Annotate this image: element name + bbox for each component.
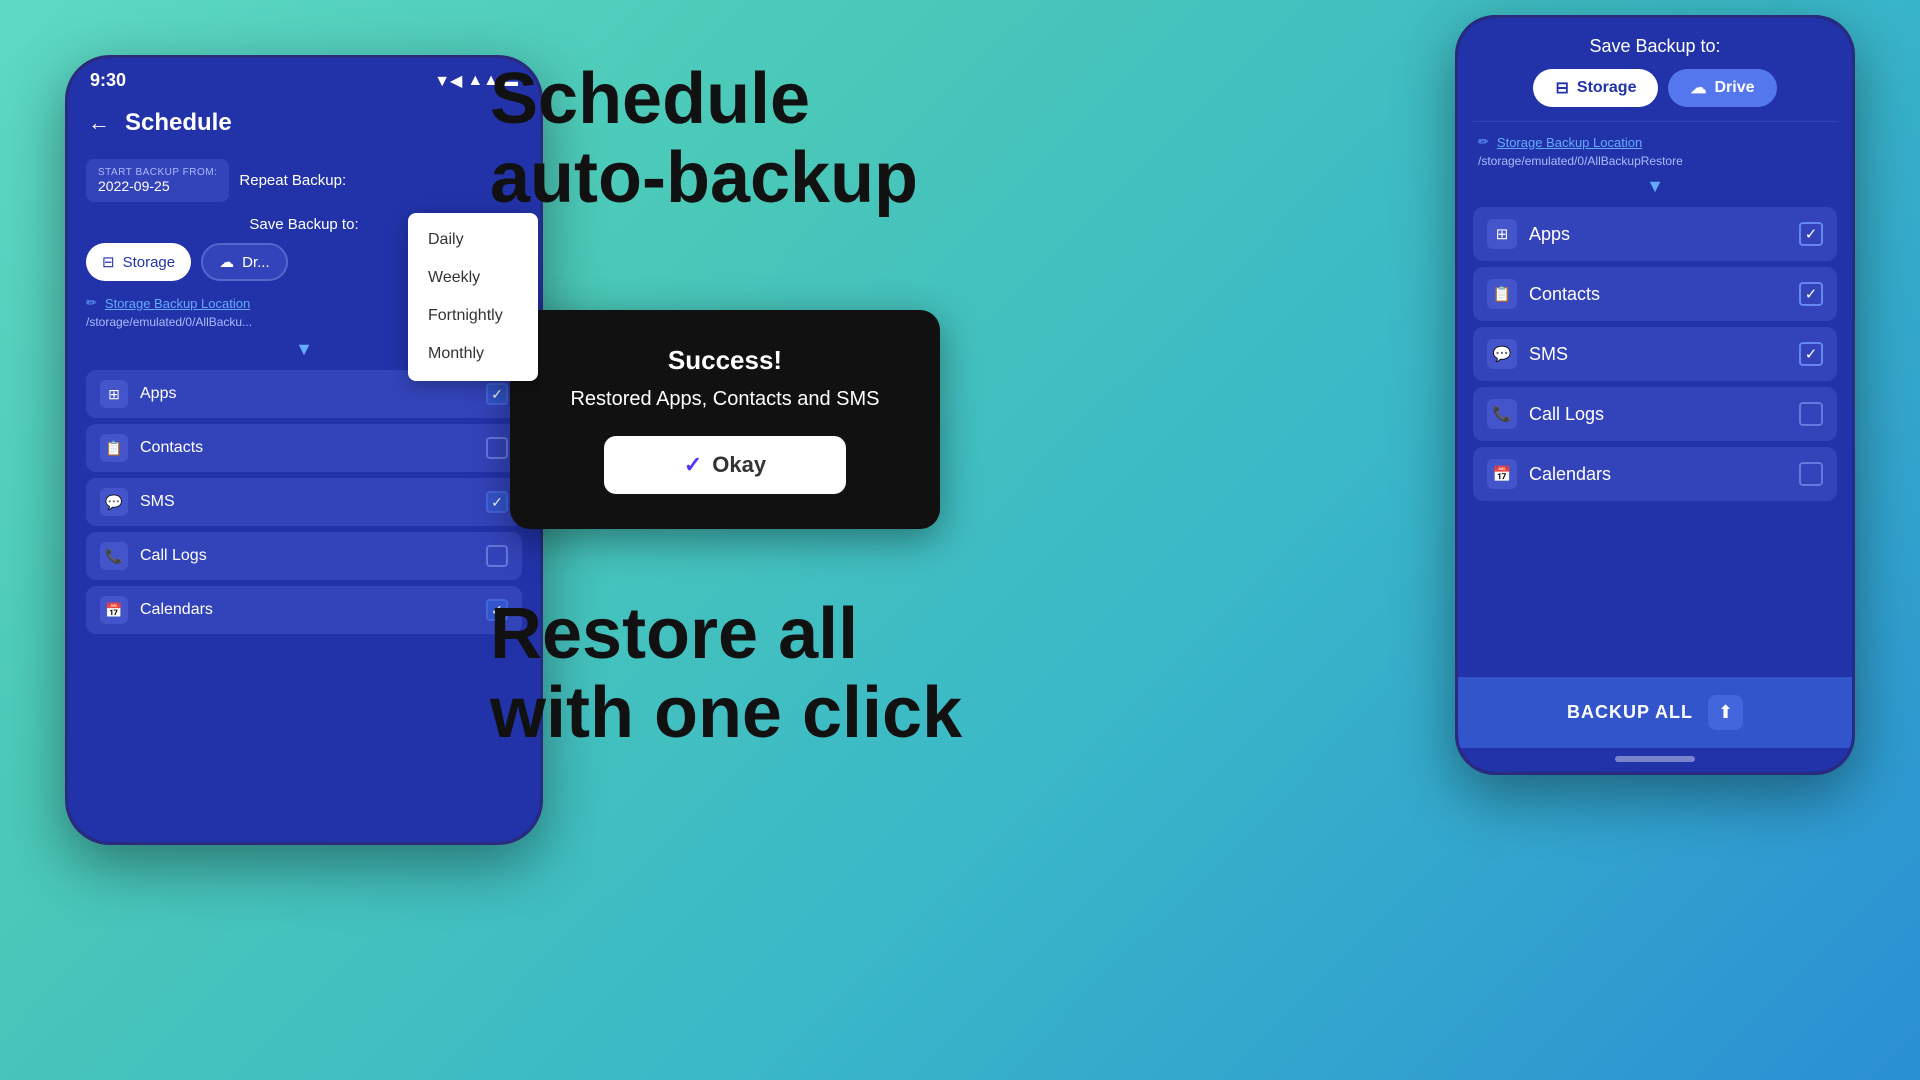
contacts-label: Contacts [140, 439, 474, 457]
right-backup-item-call-logs[interactable]: 📞 Call Logs [1473, 387, 1837, 441]
call-logs-icon: 📞 [100, 542, 128, 570]
home-bar [1615, 756, 1695, 762]
sms-label: SMS [140, 493, 474, 511]
right-calendars-label: Calendars [1529, 464, 1787, 485]
right-contacts-checkbox[interactable]: ✓ [1799, 282, 1823, 306]
apps-label: Apps [140, 385, 474, 403]
right-location-row: ✏ Storage Backup Location [1458, 134, 1852, 154]
right-backup-item-calendars[interactable]: 📅 Calendars [1473, 447, 1837, 501]
right-sms-icon: 💬 [1487, 339, 1517, 369]
contacts-icon: 📋 [100, 434, 128, 462]
right-backup-item-contacts[interactable]: 📋 Contacts ✓ [1473, 267, 1837, 321]
phone-right: Save Backup to: ⊟ Storage ☁ Drive ✏ Stor… [1455, 15, 1855, 775]
back-button[interactable]: ← [88, 110, 110, 136]
screen-title: Schedule [125, 109, 232, 137]
call-logs-checkbox[interactable] [486, 545, 508, 567]
status-bar-left: 9:30 ▼◀ ▲▲ ▬ [68, 58, 540, 99]
right-location-link[interactable]: Storage Backup Location [1497, 135, 1642, 150]
okay-label: Okay [712, 452, 766, 478]
right-apps-label: Apps [1529, 224, 1787, 245]
backup-item-calendars[interactable]: 📅 Calendars ✓ [86, 586, 522, 634]
start-backup-label: START BACKUP FROM: [98, 167, 217, 178]
right-sms-checkbox[interactable]: ✓ [1799, 342, 1823, 366]
backup-all-label: BACKUP ALL [1567, 702, 1693, 723]
phone-left: 9:30 ▼◀ ▲▲ ▬ ← Schedule START BACKUP FRO… [65, 55, 543, 845]
right-drive-label: Drive [1714, 79, 1754, 97]
right-contacts-icon: 📋 [1487, 279, 1517, 309]
headline: Schedule auto-backup [490, 60, 970, 218]
backup-all-button[interactable]: BACKUP ALL ⬆ [1458, 677, 1852, 748]
right-storage-buttons: ⊟ Storage ☁ Drive [1458, 69, 1852, 121]
right-calendars-icon: 📅 [1487, 459, 1517, 489]
drive-btn-label: Dr... [242, 254, 270, 271]
app-header-left: ← Schedule [68, 99, 540, 147]
success-message: Restored Apps, Contacts and SMS [540, 388, 910, 411]
wifi-icon: ▼◀ [434, 71, 462, 91]
repeat-backup-label: Repeat Backup: [239, 172, 346, 189]
center-content: Schedule auto-backup [490, 60, 970, 218]
restore-line1: Restore all [490, 594, 858, 674]
apps-checkbox[interactable]: ✓ [486, 383, 508, 405]
sms-icon: 💬 [100, 488, 128, 516]
right-save-label: Save Backup to: [1458, 18, 1852, 69]
right-backup-items-list: ⊞ Apps ✓ 📋 Contacts ✓ 💬 SMS ✓ [1458, 207, 1852, 667]
right-divider [1473, 121, 1837, 122]
start-backup-box: START BACKUP FROM: 2022-09-25 [86, 159, 229, 202]
storage-icon: ⊟ [102, 253, 115, 271]
right-calendars-checkbox[interactable] [1799, 462, 1823, 486]
right-storage-icon: ⊟ [1555, 78, 1568, 98]
success-dialog: Success! Restored Apps, Contacts and SMS… [510, 310, 940, 529]
backup-item-call-logs[interactable]: 📞 Call Logs [86, 532, 522, 580]
storage-location-link[interactable]: Storage Backup Location [105, 296, 250, 311]
dropdown-monthly[interactable]: Monthly [408, 335, 538, 373]
backup-items-list: ⊞ Apps ✓ 📋 Contacts 💬 SMS ✓ 📞 Call Logs [86, 370, 522, 634]
okay-check-icon: ✓ [684, 452, 702, 478]
calendars-icon: 📅 [100, 596, 128, 624]
right-call-logs-checkbox[interactable] [1799, 402, 1823, 426]
storage-button[interactable]: ⊟ Storage [86, 243, 191, 281]
backup-all-upload-icon: ⬆ [1708, 695, 1743, 730]
apps-icon: ⊞ [100, 380, 128, 408]
restore-text: Restore all with one click [490, 595, 970, 753]
right-sms-label: SMS [1529, 344, 1787, 365]
right-apps-icon: ⊞ [1487, 219, 1517, 249]
right-contacts-label: Contacts [1529, 284, 1787, 305]
right-backup-item-sms[interactable]: 💬 SMS ✓ [1473, 327, 1837, 381]
bottom-center-text: Restore all with one click [490, 595, 970, 753]
headline-line2: auto-backup [490, 138, 918, 218]
drive-button[interactable]: ☁ Dr... [201, 243, 288, 281]
sms-checkbox[interactable]: ✓ [486, 491, 508, 513]
right-pencil-icon: ✏ [1478, 134, 1489, 150]
success-title: Success! [540, 345, 910, 376]
dropdown-fortnightly[interactable]: Fortnightly [408, 297, 538, 335]
backup-item-sms[interactable]: 💬 SMS ✓ [86, 478, 522, 526]
dropdown-weekly[interactable]: Weekly [408, 259, 538, 297]
right-drive-icon: ☁ [1690, 78, 1706, 98]
calendars-label: Calendars [140, 601, 474, 619]
call-logs-label: Call Logs [140, 547, 474, 565]
storage-btn-label: Storage [123, 254, 176, 271]
right-storage-path: /storage/emulated/0/AllBackupRestore [1458, 154, 1852, 176]
restore-line2: with one click [490, 673, 962, 753]
start-backup-row: START BACKUP FROM: 2022-09-25 Repeat Bac… [86, 159, 522, 202]
status-time: 9:30 [90, 70, 126, 91]
right-call-logs-icon: 📞 [1487, 399, 1517, 429]
dropdown-daily[interactable]: Daily [408, 221, 538, 259]
start-backup-date: 2022-09-25 [98, 178, 217, 194]
right-storage-label: Storage [1577, 79, 1637, 97]
pencil-icon: ✏ [86, 295, 97, 311]
right-apps-checkbox[interactable]: ✓ [1799, 222, 1823, 246]
drive-icon: ☁ [219, 253, 234, 271]
contacts-checkbox[interactable] [486, 437, 508, 459]
okay-button[interactable]: ✓ Okay [604, 436, 846, 494]
right-call-logs-label: Call Logs [1529, 404, 1787, 425]
right-drive-button[interactable]: ☁ Drive [1668, 69, 1776, 107]
right-storage-button[interactable]: ⊟ Storage [1533, 69, 1658, 107]
headline-line1: Schedule [490, 59, 810, 139]
right-expand-arrow[interactable]: ▼ [1458, 176, 1852, 197]
backup-item-contacts[interactable]: 📋 Contacts [86, 424, 522, 472]
right-backup-item-apps[interactable]: ⊞ Apps ✓ [1473, 207, 1837, 261]
repeat-backup-dropdown: Daily Weekly Fortnightly Monthly [408, 213, 538, 381]
